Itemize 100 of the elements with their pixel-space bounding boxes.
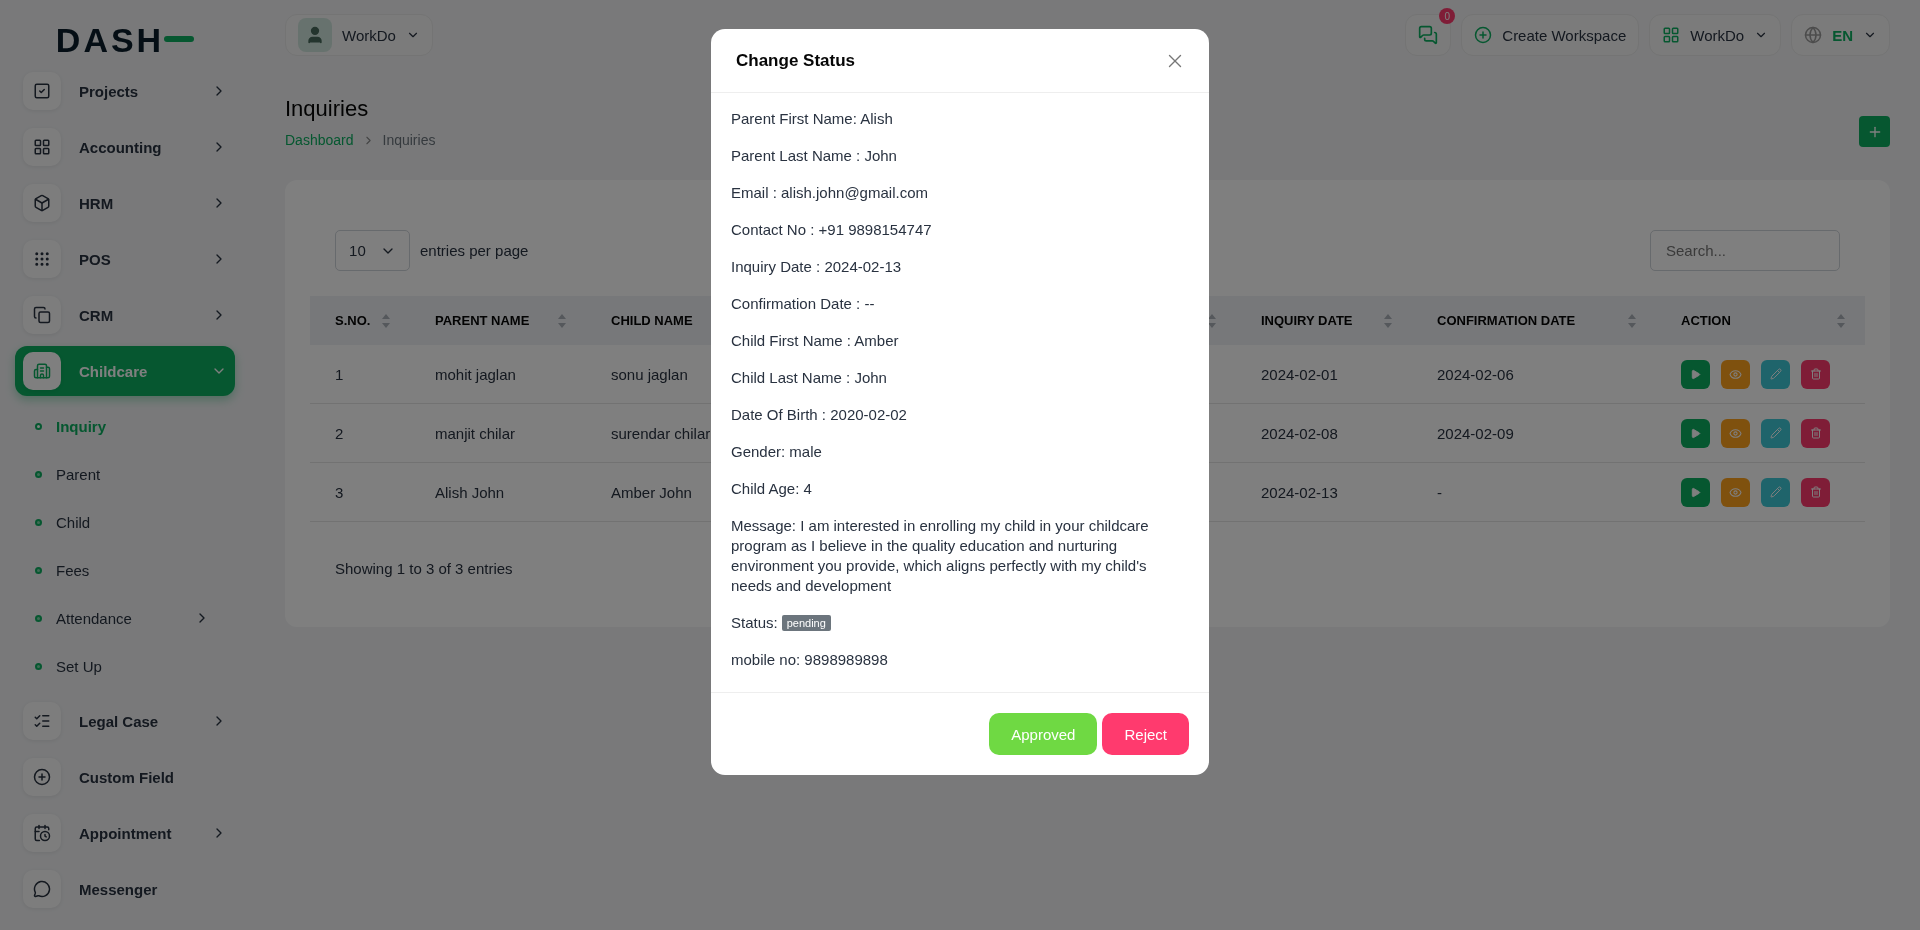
- table-cell: mohit jaglan: [410, 345, 586, 404]
- submenu-item[interactable]: Parent: [15, 450, 235, 498]
- submenu-item[interactable]: Fees: [15, 546, 235, 594]
- page-title: Inquiries: [285, 96, 370, 122]
- building-icon: [23, 352, 61, 390]
- table-cell: 2024-02-06: [1412, 345, 1656, 404]
- eye-icon: [1729, 367, 1742, 381]
- modal-title: Change Status: [736, 50, 856, 71]
- copy-icon: [23, 296, 61, 334]
- language-dropdown[interactable]: EN: [1791, 14, 1890, 56]
- submenu-item[interactable]: Attendance: [15, 594, 235, 642]
- edit-button[interactable]: [1761, 359, 1790, 389]
- detail-text: Contact No : +91 9898154747: [731, 220, 933, 240]
- submenu-item[interactable]: Set Up: [15, 642, 235, 690]
- column-header[interactable]: INQUIRY DATE: [1236, 296, 1412, 345]
- chat-icon: [1418, 25, 1439, 45]
- per-page-select[interactable]: 10: [335, 230, 410, 271]
- sidebar-item[interactable]: Projects: [15, 66, 235, 116]
- add-button[interactable]: [1859, 116, 1890, 147]
- reject-button[interactable]: Reject: [1102, 713, 1189, 755]
- trash-icon: [1809, 486, 1822, 498]
- calendar-icon: [23, 814, 61, 852]
- play-icon: [1690, 368, 1701, 380]
- view-button[interactable]: [1721, 418, 1750, 448]
- table-cell: 2: [310, 404, 410, 463]
- trash-icon: [1809, 427, 1822, 439]
- status-button[interactable]: [1681, 359, 1710, 389]
- bullet-icon: [35, 518, 42, 526]
- submenu-item[interactable]: Child: [15, 498, 235, 546]
- dots-grid-icon: [23, 240, 61, 278]
- detail-text: Email : alish.john@gmail.com: [731, 183, 929, 203]
- play-icon: [1690, 486, 1701, 498]
- column-header[interactable]: S.NO.: [310, 296, 410, 345]
- pencil-icon: [1769, 427, 1782, 439]
- column-header[interactable]: CONFIRMATION DATE: [1412, 296, 1656, 345]
- search-field[interactable]: Search...: [1650, 230, 1840, 271]
- sidebar-item[interactable]: HRM: [15, 178, 235, 228]
- sidebar-item[interactable]: POS: [15, 234, 235, 284]
- logo: DASH: [55, 20, 195, 60]
- sidebar-item[interactable]: CRM: [15, 290, 235, 340]
- sidebar-item[interactable]: Childcare: [15, 346, 235, 396]
- bullet-icon: [35, 566, 42, 574]
- create-workspace-button[interactable]: Create Workspace: [1461, 14, 1640, 56]
- edit-button[interactable]: [1761, 418, 1790, 448]
- table-cell: 2024-02-01: [1236, 345, 1412, 404]
- table-cell: 3: [310, 463, 410, 522]
- sidebar-item[interactable]: Messenger: [15, 864, 235, 914]
- table-cell: 2024-02-09: [1412, 404, 1656, 463]
- status-button[interactable]: [1681, 418, 1710, 448]
- detail-text: Parent Last Name : John: [731, 146, 898, 166]
- eye-icon: [1729, 426, 1742, 440]
- table-cell: 2024-02-13: [1236, 463, 1412, 522]
- bullet-icon: [35, 662, 42, 670]
- breadcrumb-current: Inquiries: [382, 132, 436, 148]
- trash-icon: [1809, 368, 1822, 380]
- grid-icon: [23, 128, 61, 166]
- table-cell: manjit chilar: [410, 404, 586, 463]
- sidebar-item[interactable]: Legal Case: [15, 696, 235, 746]
- table-cell: 2024-02-08: [1236, 404, 1412, 463]
- delete-button[interactable]: [1801, 477, 1830, 507]
- sidebar-item[interactable]: Accounting: [15, 122, 235, 172]
- table-cell: Alish John: [410, 463, 586, 522]
- pencil-icon: [1769, 368, 1782, 380]
- pencil-icon: [1769, 486, 1782, 498]
- status-button[interactable]: [1681, 477, 1710, 507]
- chat-icon: [23, 870, 61, 908]
- column-header[interactable]: ACTION: [1656, 296, 1865, 345]
- bullet-icon: [35, 470, 42, 478]
- sidebar-item[interactable]: Appointment: [15, 808, 235, 858]
- notification-badge: 0: [1439, 8, 1456, 24]
- cube-icon: [23, 184, 61, 222]
- detail-text: mobile no: 9898989898: [731, 650, 889, 670]
- workspace-dropdown[interactable]: WorkDo: [1649, 14, 1782, 56]
- edit-button[interactable]: [1761, 477, 1790, 507]
- grid-icon: [1662, 26, 1681, 44]
- play-icon: [1690, 427, 1701, 439]
- per-page-label: entries per page: [420, 242, 529, 259]
- bullet-icon: [35, 422, 42, 430]
- status-badge: pending: [781, 615, 831, 631]
- view-button[interactable]: [1721, 359, 1750, 389]
- view-button[interactable]: [1721, 477, 1750, 507]
- detail-text: Parent First Name: Alish: [731, 109, 894, 129]
- delete-button[interactable]: [1801, 359, 1830, 389]
- delete-button[interactable]: [1801, 418, 1830, 448]
- sidebar-item[interactable]: Custom Field: [15, 752, 235, 802]
- table-cell: -: [1412, 463, 1656, 522]
- bullet-icon: [35, 614, 42, 622]
- user-menu-button[interactable]: WorkDo: [285, 14, 433, 56]
- eye-icon: [1729, 485, 1742, 499]
- detail-text: Status:: [731, 613, 778, 633]
- detail-text: Inquiry Date : 2024-02-13: [731, 257, 903, 277]
- globe-icon: [1804, 26, 1823, 44]
- messages-button[interactable]: [1405, 14, 1452, 56]
- column-header[interactable]: PARENT NAME: [410, 296, 586, 345]
- table-info: Showing 1 to 3 of 3 entries: [335, 560, 513, 577]
- plus-circle-icon: [1474, 26, 1493, 44]
- checkbox-icon: [23, 72, 61, 110]
- table-cell: 1: [310, 345, 410, 404]
- avatar-icon: [298, 18, 332, 52]
- checklist-icon: [23, 702, 61, 740]
